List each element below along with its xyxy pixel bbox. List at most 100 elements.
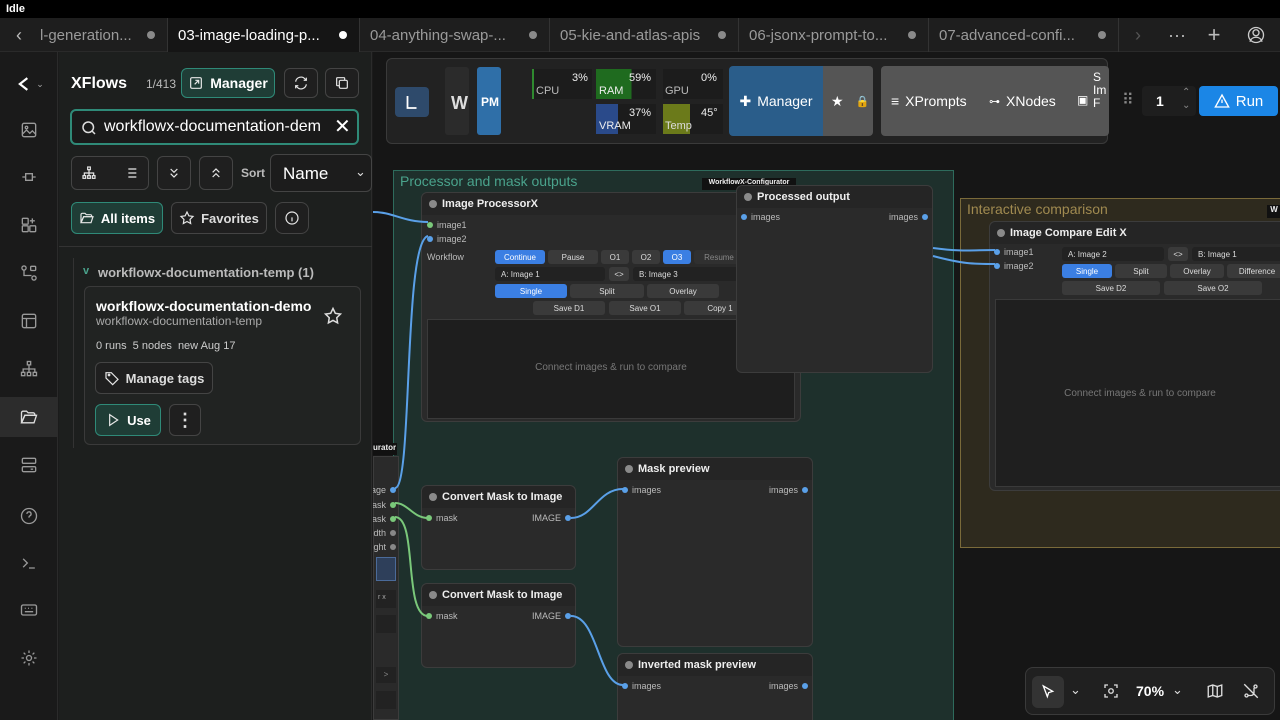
xprompts-button[interactable]: ≡ XPrompts [891,93,967,109]
tab-4[interactable]: 05-kie-and-atlas-apis [550,18,739,52]
workflow-card[interactable]: workflowx-documentation-demo workflowx-d… [84,286,361,445]
close-icon[interactable]: ✕ [334,114,351,139]
app-logo-icon[interactable]: ⌄ [0,64,58,104]
duplicate-button[interactable] [325,68,359,98]
tab-3[interactable]: 04-anything-swap-... [360,18,550,52]
sparkle-grid-icon[interactable] [0,205,58,245]
refresh-button[interactable] [284,68,318,98]
drag-handle-icon[interactable]: ⠿ [1122,90,1134,110]
gpu-monitor: 0% GPU [663,69,723,99]
tab-2[interactable]: 03-image-loading-p... [168,18,360,52]
search-field[interactable]: ✕ [70,109,359,145]
pm-button[interactable]: PM [477,67,501,135]
select-tool-button[interactable] [1032,676,1064,708]
ram-label: RAM [599,85,624,97]
image-icon[interactable] [0,110,58,150]
expand-all-button[interactable] [199,156,233,190]
cpu-value: 3% [572,72,588,84]
ellipsis-icon[interactable]: ··· [1162,18,1192,52]
node-links [373,211,996,686]
hierarchy-icon[interactable] [0,349,58,389]
chevron-down-icon[interactable]: ⌄ [1182,100,1190,111]
tab-5[interactable]: 06-jsonx-prompt-to... [739,18,929,52]
refresh-icon [295,76,307,90]
star-icon[interactable]: ★ [831,93,844,110]
layout-icon[interactable] [0,301,58,341]
info-button[interactable] [275,202,309,234]
plus-icon[interactable]: + [1200,18,1228,52]
star-icon[interactable] [323,306,343,326]
manager-button[interactable]: Manager [181,68,275,98]
fit-view-button[interactable] [1102,682,1120,705]
xnodes-button[interactable]: ⊶ XNodes [989,93,1056,109]
gear-icon[interactable] [0,638,58,678]
lock-icon[interactable]: 🔒 [856,95,870,108]
use-label: Use [127,412,151,428]
chevron-up-icon[interactable]: ⌃ [1182,87,1190,98]
plug-icon[interactable] [0,157,58,197]
tab-1[interactable]: l-generation... [30,18,168,52]
kebab-menu-icon: ⋮ [176,409,194,430]
queue-count-stepper[interactable]: 1 ⌃ ⌄ [1142,86,1196,116]
tab-6[interactable]: 07-advanced-confi... [929,18,1119,52]
item-count: 1/413 [146,77,177,91]
sort-select[interactable]: Name ⌄ [270,154,372,192]
manager-button[interactable]: ✚ Manager [729,66,823,136]
help-icon[interactable] [0,496,58,536]
layout-toggle-icon[interactable] [395,87,429,117]
list-icon[interactable] [123,165,139,181]
minimap-button[interactable] [1206,682,1224,705]
folder-open-icon[interactable] [0,397,58,437]
ram-monitor: 59% RAM [596,69,656,99]
keyboard-icon[interactable] [0,590,58,630]
user-icon[interactable] [1242,18,1270,52]
lines-icon: ≡ [891,93,900,109]
view-toggle[interactable] [71,156,149,190]
collapse-all-button[interactable] [157,156,191,190]
favorites-button[interactable]: Favorites [171,202,267,234]
card-title: workflowx-documentation-demo [96,298,312,314]
favorites-toolbar[interactable]: ★ 🔒 [823,66,873,136]
use-button[interactable]: Use [95,404,161,436]
chevrons-down-icon [170,168,178,178]
tab-bar: ‹ l-generation... 03-image-loading-p... … [0,18,1280,52]
chevron-down-icon[interactable]: ⌄ [1172,682,1183,698]
more-options-button[interactable]: ⋮ [169,404,201,436]
favorites-label: Favorites [201,210,259,226]
graph-canvas[interactable]: Processor and mask outputs Interactive c… [373,52,1280,720]
chevron-down-icon[interactable]: v [83,265,89,277]
xnodes-label: XNodes [1006,93,1056,109]
tab-status-dot [718,31,726,39]
folder-item[interactable]: workflowx-documentation-temp (1) [98,265,314,280]
zoom-level[interactable]: 70% [1136,683,1164,699]
tab-label: 07-advanced-confi... [939,26,1075,44]
terminal-icon[interactable] [0,543,58,583]
nodes-icon[interactable] [0,253,58,293]
links-off-icon [1243,683,1259,699]
toggle-links-button[interactable] [1242,682,1260,705]
panel-title: XFlows [71,75,128,92]
run-button[interactable]: Run [1199,86,1278,116]
run-label: Run [1235,92,1264,110]
tab-status-dot [529,31,537,39]
tab-status-dot [339,31,347,39]
top-toolbar: W PM 3% CPU 59% RAM 0% GPU 37% VRAM 45° … [386,58,1109,144]
card-meta: 0 runs 5 nodes new Aug 17 [96,340,236,352]
manage-tags-button[interactable]: Manage tags [95,362,213,394]
temp-value: 45° [701,107,718,119]
cpu-monitor: 3% CPU [532,69,592,99]
hierarchy-icon[interactable] [81,165,97,181]
chevron-down-icon[interactable]: ⌄ [1070,682,1081,698]
chevron-right-icon[interactable]: › [1126,18,1150,52]
all-items-button[interactable]: All items [71,202,163,234]
xflows-panel: XFlows 1/413 Manager ✕ Sort Name ⌄ All i… [59,52,372,720]
vram-monitor: 37% VRAM [596,104,656,134]
queue-count-value: 1 [1156,93,1164,109]
image-icon[interactable]: ▣ [1077,93,1088,107]
stack-icon[interactable] [0,445,58,485]
chevron-left-icon[interactable]: ‹ [8,18,30,52]
folder-open-icon [79,212,94,224]
left-rail: ⌄ [0,52,58,720]
tab-status-dot [908,31,916,39]
search-input[interactable] [104,116,332,138]
